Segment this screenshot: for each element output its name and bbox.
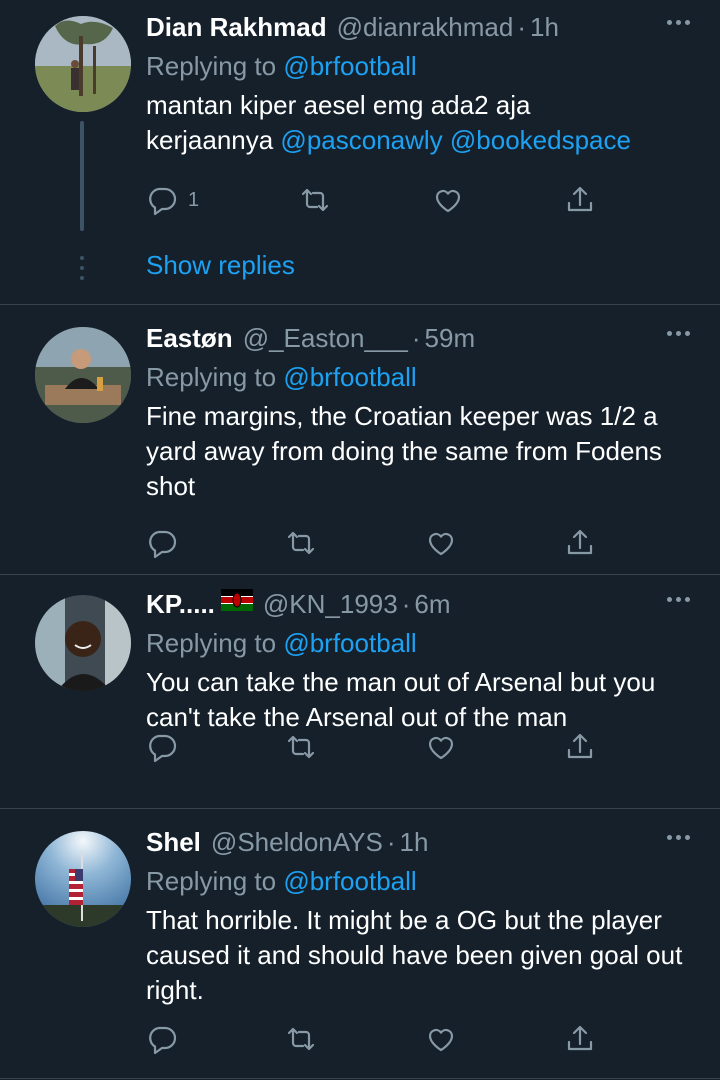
mention-link[interactable]: @pasconawly — [280, 125, 442, 155]
user-handle[interactable]: @_Easton___ — [243, 323, 408, 354]
tweet-actions: 1 — [146, 184, 596, 216]
like-button[interactable] — [432, 184, 464, 216]
like-icon — [428, 532, 453, 556]
avatar[interactable] — [35, 327, 131, 423]
display-name[interactable]: Dian Rakhmad — [146, 12, 327, 43]
user-handle[interactable]: @SheldonAYS — [211, 827, 383, 858]
timestamp[interactable]: 1h — [400, 827, 429, 858]
tweet-header: Dian Rakhmad @dianrakhmad · 1h — [146, 12, 690, 48]
tweet-text: Fine margins, the Croatian keeper was 1/… — [146, 401, 662, 501]
tweet-header: Shel @SheldonAYS · 1h — [146, 827, 690, 863]
replying-to: Replying to @brfootball — [146, 863, 690, 899]
like-button[interactable] — [425, 1023, 457, 1055]
tweet-text: You can take the man out of Arsenal but … — [146, 667, 656, 732]
tweet-text: mantan kiper aesel emg ada2 aja kerjaann… — [146, 88, 690, 158]
tweet-dian-rakhmad[interactable]: Dian Rakhmad @dianrakhmad · 1h Replying … — [0, 0, 720, 305]
display-name[interactable]: Shel — [146, 827, 201, 858]
retweet-icon — [288, 531, 315, 555]
replying-to: Replying to @brfootball — [146, 48, 690, 84]
thread-dots-icon — [80, 256, 84, 280]
more-icon[interactable] — [667, 835, 690, 840]
retweet-button[interactable] — [285, 731, 317, 763]
tweet-header: Eastøn @_Easton___ · 59m — [146, 323, 690, 359]
kenya-flag-icon — [220, 589, 253, 611]
tweet-shel[interactable]: Shel @SheldonAYS · 1h Replying to @brfoo… — [0, 809, 720, 1079]
timestamp[interactable]: 1h — [530, 12, 559, 43]
replying-to: Replying to @brfootball — [146, 625, 690, 661]
like-button[interactable] — [425, 527, 457, 559]
share-icon — [567, 733, 593, 759]
retweet-button[interactable] — [285, 1023, 317, 1055]
tweet-text: That horrible. It might be a OG but the … — [146, 905, 683, 1005]
tweet-easton[interactable]: Eastøn @_Easton___ · 59m Replying to @br… — [0, 305, 720, 575]
retweet-icon — [302, 188, 329, 212]
like-icon — [428, 1028, 453, 1052]
avatar[interactable] — [35, 831, 131, 927]
tweet-text-part: kerjaannya — [146, 125, 281, 155]
separator: · — [386, 827, 396, 857]
mention-link[interactable]: @brfootball — [283, 628, 416, 658]
tweet-actions — [146, 731, 596, 763]
separator: · — [517, 12, 526, 42]
like-button[interactable] — [425, 731, 457, 763]
mention-link[interactable]: @brfootball — [283, 866, 416, 896]
user-handle[interactable]: @KN_1993 — [263, 589, 398, 620]
separator: · — [411, 323, 421, 353]
tweet-text-line: kerjaannya @pasconawly @bookedspace — [146, 123, 690, 158]
tweet-text-line: mantan kiper aesel emg ada2 aja — [146, 90, 531, 120]
retweet-icon — [288, 1027, 315, 1051]
reply-icon — [149, 1026, 177, 1055]
retweet-button[interactable] — [299, 184, 331, 216]
separator: · — [401, 589, 411, 619]
show-replies-link[interactable]: Show replies — [146, 250, 295, 281]
display-name[interactable]: KP..... — [146, 589, 215, 620]
share-icon — [567, 1025, 593, 1051]
reply-button[interactable] — [146, 1023, 178, 1055]
share-icon — [567, 186, 593, 212]
reply-icon — [149, 734, 177, 763]
replying-to: Replying to @brfootball — [146, 359, 690, 395]
replying-to-label: Replying to — [146, 866, 284, 896]
share-button[interactable] — [564, 731, 596, 763]
mention-link[interactable]: @brfootball — [283, 362, 416, 392]
reply-icon — [149, 187, 177, 216]
timestamp[interactable]: 59m — [425, 323, 476, 354]
retweet-icon — [288, 735, 315, 759]
reply-button[interactable]: 1 — [146, 184, 199, 216]
more-icon[interactable] — [667, 331, 690, 336]
replying-to-label: Replying to — [146, 628, 284, 658]
replies-feed: Dian Rakhmad @dianrakhmad · 1h Replying … — [0, 0, 720, 1080]
mention-link[interactable]: @bookedspace — [450, 125, 631, 155]
reply-icon — [149, 530, 177, 559]
tweet-kp[interactable]: KP..... @KN_1993 · 6m Replying to @brfoo… — [0, 575, 720, 809]
reply-button[interactable] — [146, 731, 178, 763]
replying-to-label: Replying to — [146, 51, 284, 81]
avatar[interactable] — [35, 16, 131, 112]
replying-to-label: Replying to — [146, 362, 284, 392]
tweet-actions — [146, 527, 596, 559]
retweet-button[interactable] — [285, 527, 317, 559]
reply-button[interactable] — [146, 527, 178, 559]
thread-line — [80, 121, 84, 231]
share-button[interactable] — [564, 1023, 596, 1055]
like-icon — [435, 189, 460, 213]
like-icon — [428, 736, 453, 760]
more-icon[interactable] — [667, 20, 690, 25]
share-button[interactable] — [564, 527, 596, 559]
timestamp[interactable]: 6m — [414, 589, 450, 620]
share-button[interactable] — [564, 184, 596, 216]
user-handle[interactable]: @dianrakhmad — [337, 12, 514, 43]
reply-count: 1 — [188, 188, 200, 211]
more-icon[interactable] — [667, 597, 690, 602]
tweet-actions — [146, 1023, 596, 1055]
display-name[interactable]: Eastøn — [146, 323, 233, 354]
mention-link[interactable]: @brfootball — [283, 51, 416, 81]
avatar[interactable] — [35, 595, 131, 691]
share-icon — [567, 529, 593, 555]
tweet-header: KP..... @KN_1993 · 6m — [146, 589, 690, 625]
